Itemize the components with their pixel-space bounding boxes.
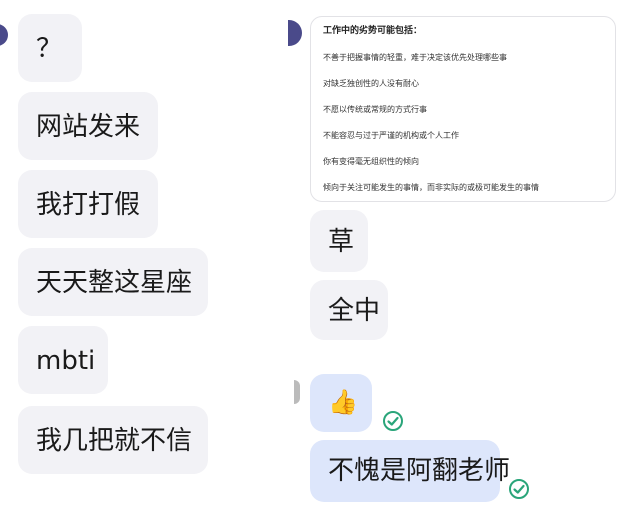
card-line: 不善于把握事情的轻重，难于决定该优先处理哪些事 [323,53,507,62]
message-text: 网站发来 [36,112,141,142]
message-text: 我几把就不信 [36,426,193,456]
message-bubble[interactable]: mbti [18,326,108,394]
avatar[interactable] [294,380,300,404]
message-bubble[interactable]: ？ [18,14,82,82]
card-title: 工作中的劣势可能包括： [323,26,423,36]
message-text: mbti [36,346,96,376]
card-line: 不愿以传统或常规的方式行事 [323,105,427,114]
quoted-text-card[interactable]: 工作中的劣势可能包括： 不善于把握事情的轻重，难于决定该优先处理哪些事 对缺乏独… [310,16,616,202]
check-circle-icon [509,479,529,499]
message-bubble[interactable]: 不愧是阿翻老师 [310,440,510,502]
message-bubble[interactable]: 网站发来 [18,92,158,160]
message-text: 全中 [328,296,381,326]
message-bubble[interactable]: 我打打假 [18,170,158,238]
emoji-bubble[interactable]: 👍 [310,374,372,432]
message-text: 我打打假 [36,190,141,220]
panel-divider [292,0,298,512]
message-bubble[interactable]: 我几把就不信 [18,406,208,474]
card-line: 对缺乏独创性的人没有耐心 [323,79,419,88]
check-circle-icon [383,411,403,431]
avatar[interactable] [288,20,302,46]
card-line: 你有变得毫无组织性的倾向 [323,157,419,166]
message-text: 草 [328,227,355,257]
card-line: 倾向于关注可能发生的事情，而非实际的或极可能发生的事情 [323,183,539,192]
message-bubble[interactable]: 天天整这星座 [18,248,208,316]
message-text: 不愧是阿翻老师 [328,456,511,486]
card-line: 不能容忍与过于严谨的机构或个人工作 [323,131,459,140]
avatar[interactable] [0,24,8,46]
message-bubble[interactable]: 草 [310,210,368,272]
message-text: ？ [36,34,63,64]
message-bubble[interactable]: 全中 [310,280,388,340]
thumbs-up-icon: 👍 [328,388,358,416]
message-text: 天天整这星座 [36,268,193,298]
